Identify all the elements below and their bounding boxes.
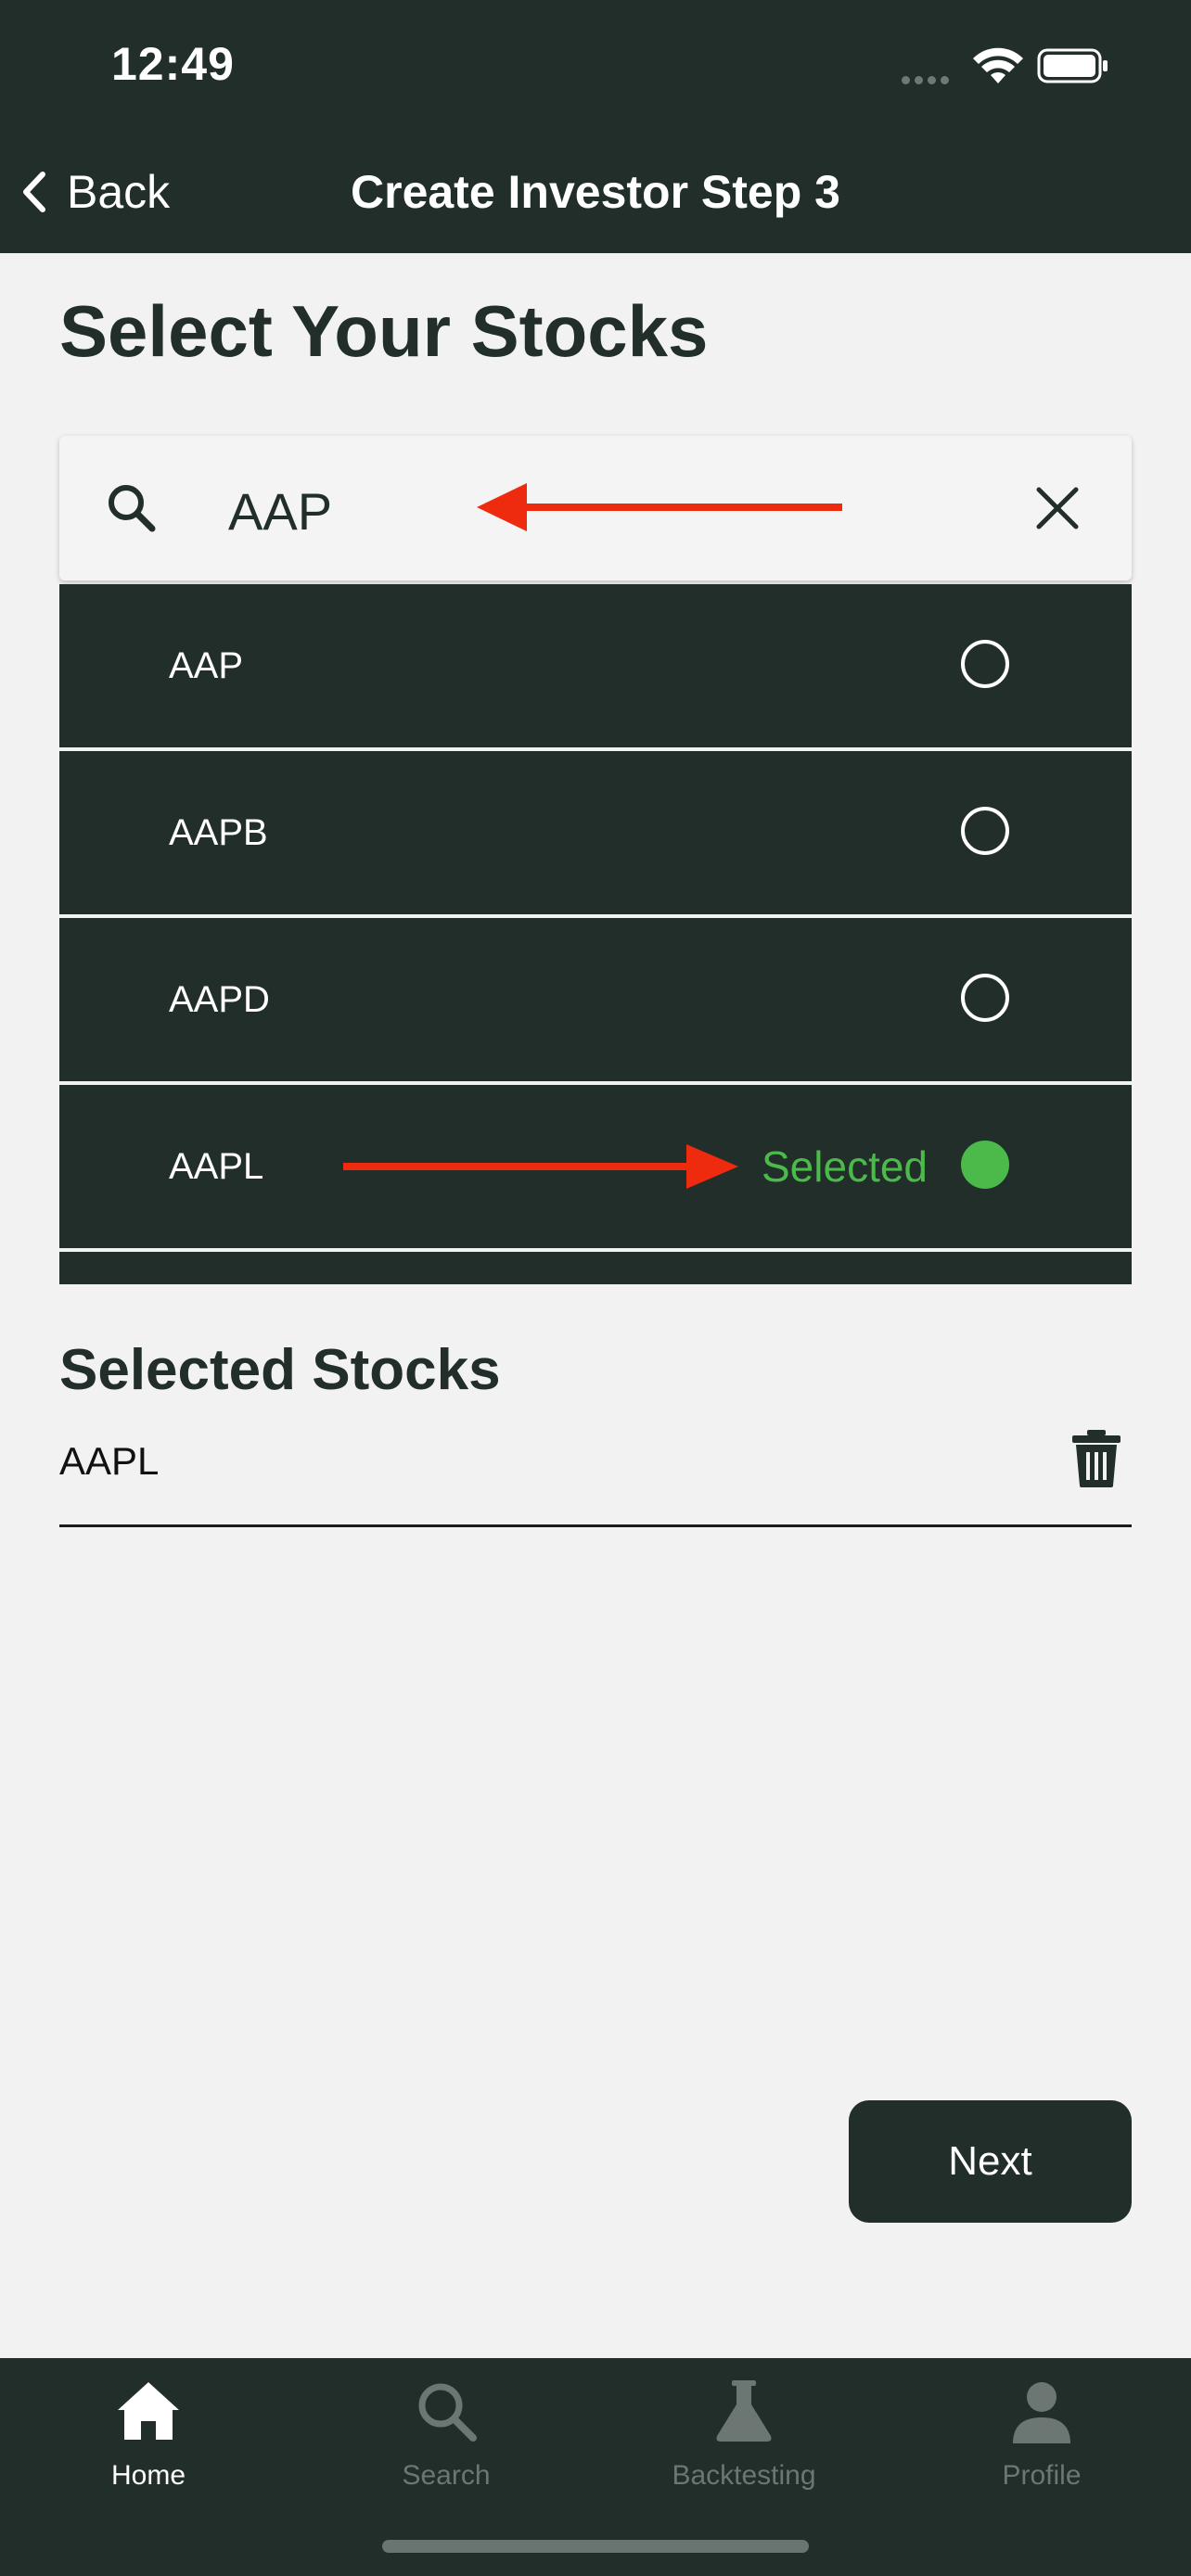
selected-label: Selected	[762, 1142, 928, 1191]
next-button[interactable]: Next	[849, 2100, 1132, 2223]
app-header: 12:49 Back Create Investor Step 3	[0, 0, 1191, 253]
stock-result-row[interactable]: AAPD	[59, 918, 1132, 1081]
selected-stock-row: AAPL	[59, 1428, 1132, 1527]
close-icon[interactable]	[1030, 480, 1085, 536]
tab-label: Home	[110, 2460, 186, 2491]
annotation-arrow-left	[477, 483, 842, 531]
tab-label: Backtesting	[672, 2460, 816, 2491]
stock-symbol: AAPB	[169, 812, 268, 853]
search-icon	[418, 2383, 477, 2442]
battery-icon	[1037, 48, 1108, 83]
tab-backtesting[interactable]: Backtesting	[628, 2377, 860, 2492]
stock-result-row[interactable]	[59, 1252, 1132, 1284]
radio-button[interactable]	[961, 807, 1009, 855]
tab-search[interactable]: Search	[330, 2377, 562, 2492]
status-time: 12:49	[111, 38, 235, 90]
wifi-icon	[973, 47, 1023, 83]
tab-label: Search	[402, 2460, 491, 2491]
stock-symbol: AAPD	[169, 979, 270, 1020]
tab-home[interactable]: Home	[32, 2377, 264, 2492]
flask-icon	[716, 2380, 772, 2442]
home-icon	[118, 2382, 179, 2440]
home-indicator	[382, 2540, 809, 2553]
stock-symbol: AAPL	[169, 1146, 264, 1187]
tab-label: Profile	[1002, 2460, 1082, 2491]
annotation-arrow-right	[343, 1144, 738, 1189]
search-icon	[109, 485, 156, 532]
page-title: Select Your Stocks	[59, 290, 709, 372]
person-icon	[1013, 2382, 1070, 2443]
stock-symbol: AAP	[169, 645, 244, 686]
selected-stocks-heading: Selected Stocks	[59, 1338, 501, 1402]
stock-result-row[interactable]: AAP	[59, 584, 1132, 747]
selected-stock-symbol: AAPL	[59, 1439, 160, 1483]
cellular-signal-icon	[902, 72, 954, 89]
stock-result-row[interactable]: AAPB	[59, 751, 1132, 914]
radio-button[interactable]	[961, 974, 1009, 1022]
tab-profile[interactable]: Profile	[926, 2377, 1158, 2492]
nav-title: Create Investor Step 3	[351, 166, 840, 218]
trash-icon[interactable]	[1070, 1428, 1122, 1489]
radio-button[interactable]	[961, 640, 1009, 688]
radio-button-selected[interactable]	[961, 1141, 1009, 1189]
